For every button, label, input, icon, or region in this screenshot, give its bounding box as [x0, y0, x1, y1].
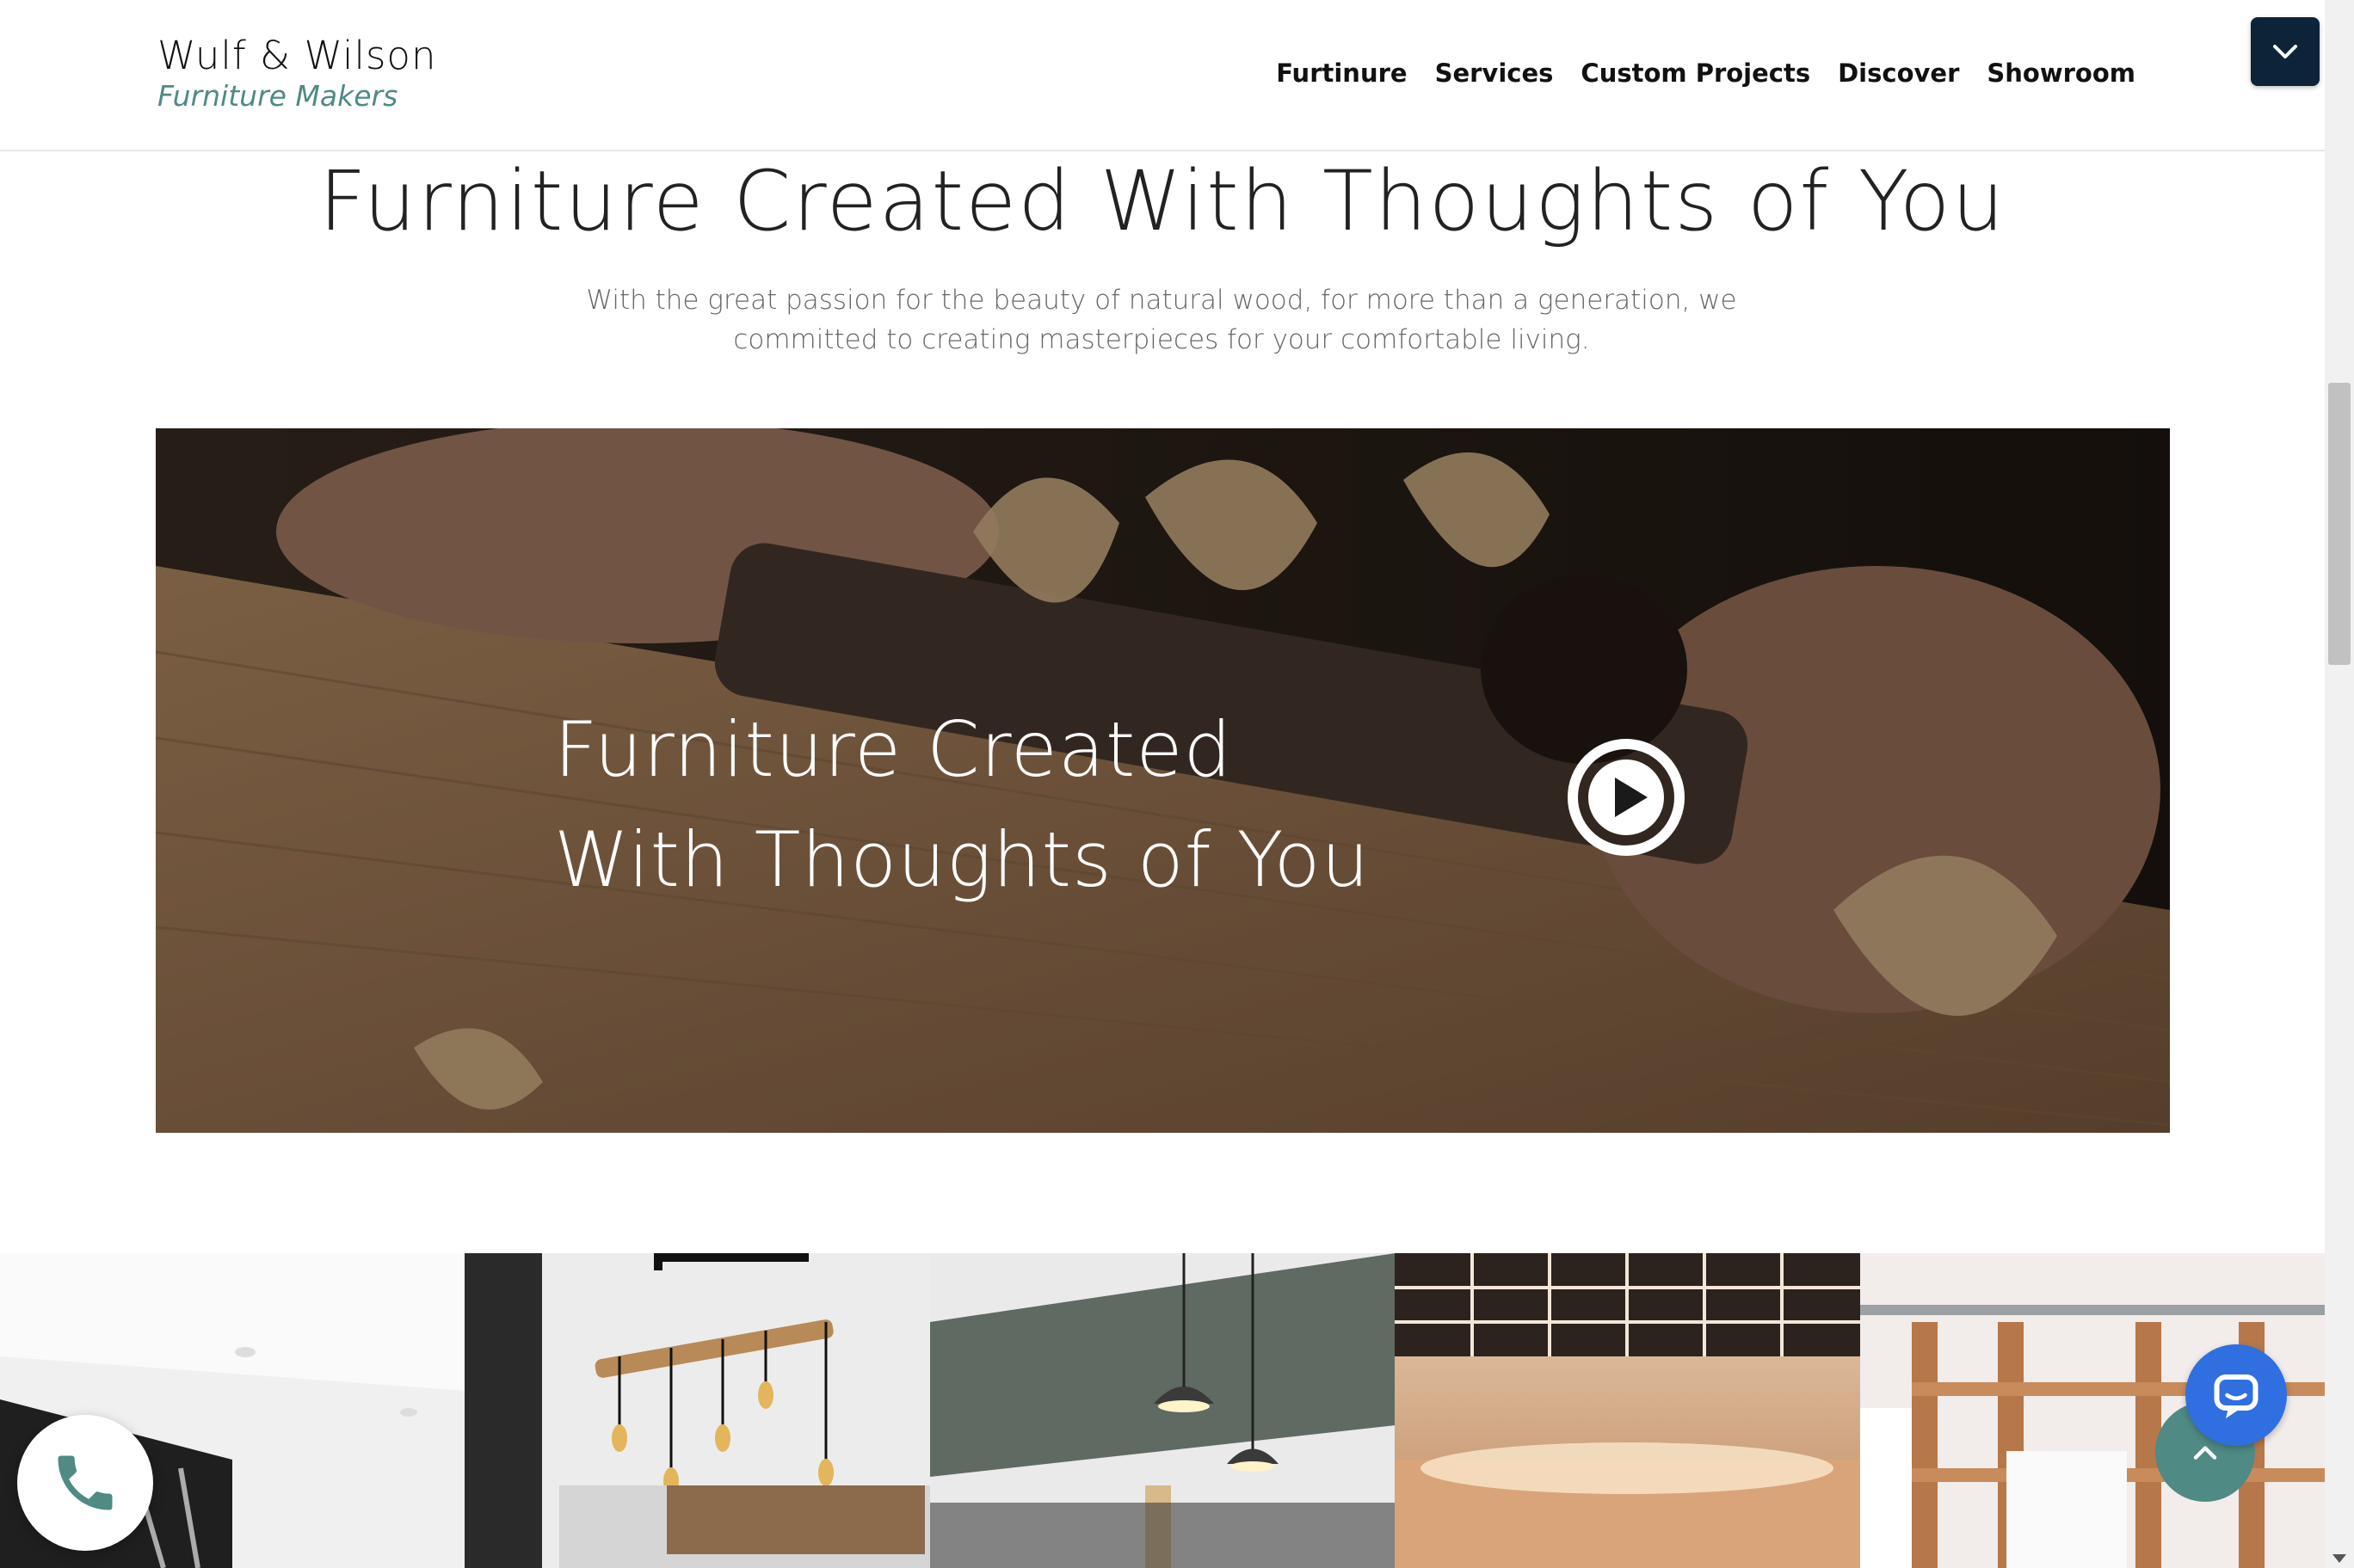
phone-icon: [58, 1455, 113, 1510]
nav-item-custom-projects[interactable]: Custom Projects: [1581, 58, 1810, 88]
nav-item-discover[interactable]: Discover: [1838, 58, 1959, 88]
scrollbar-thumb[interactable]: [2328, 383, 2351, 665]
nav-item-showroom[interactable]: Showroom: [1987, 58, 2135, 88]
gallery-image-2: [465, 1253, 930, 1568]
video-banner[interactable]: Furniture Created With Thoughts of You: [156, 428, 2170, 1133]
gallery-tile-2[interactable]: [465, 1253, 930, 1568]
video-title-line-1: Furniture Created: [554, 705, 1233, 794]
gallery-row: [0, 1253, 2325, 1568]
chevron-down-icon: [2273, 45, 2297, 58]
intro-text: With the great passion for the beauty of…: [586, 285, 1737, 355]
nav-item-services[interactable]: Services: [1435, 58, 1554, 88]
scrollbar[interactable]: [2325, 0, 2354, 1568]
scroll-down-arrow[interactable]: [2332, 1554, 2346, 1563]
gallery-image-4: [1395, 1253, 1860, 1568]
nav-item-furniture[interactable]: Furtinure: [1276, 58, 1407, 88]
gallery-tile-3[interactable]: [929, 1253, 1396, 1568]
call-button[interactable]: [17, 1415, 153, 1551]
chat-button[interactable]: [2185, 1344, 2287, 1446]
brand-name[interactable]: Wulf & Wilson: [157, 33, 436, 78]
video-title-line-2: With Thoughts of You: [554, 815, 1371, 904]
menu-toggle-button[interactable]: [2251, 17, 2320, 86]
intro-title: Furniture Created With Thoughts of You: [318, 153, 2006, 249]
chat-icon: [2214, 1374, 2258, 1418]
gallery-tile-4[interactable]: [1395, 1253, 1860, 1568]
gallery-image-3: [929, 1253, 1396, 1568]
play-icon: [1568, 739, 1685, 856]
play-button[interactable]: [1567, 738, 1685, 857]
video-title: Furniture Created With Thoughts of You: [554, 695, 1370, 915]
main-nav: Furtinure Services Custom Projects Disco…: [1276, 58, 2135, 88]
site-header: Wulf & Wilson Furniture Makers Furtinure…: [0, 0, 2325, 151]
brand-tagline[interactable]: Furniture Makers: [157, 79, 397, 113]
